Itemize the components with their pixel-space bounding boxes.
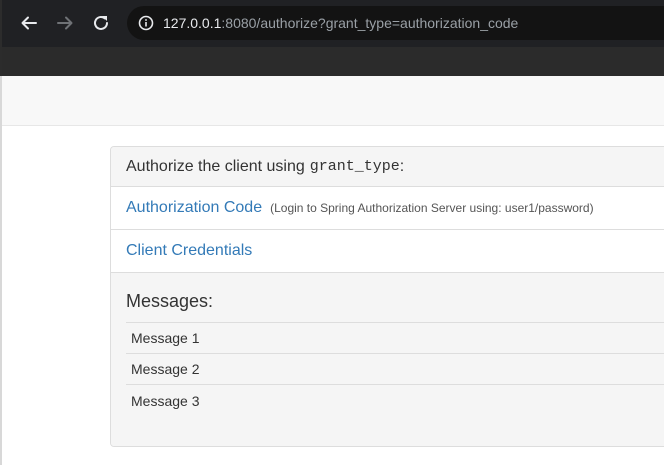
authorize-panel: Authorize the client using grant_type: A…: [110, 146, 664, 447]
messages-section: Messages: Message 1 Message 2 Message 3: [111, 273, 664, 446]
browser-toolbar: 127.0.0.1:8080/authorize?grant_type=auth…: [0, 0, 664, 47]
page-left-edge: [0, 76, 2, 465]
list-item-authorization-code: Authorization Code (Login to Spring Auth…: [111, 187, 664, 230]
url-text[interactable]: 127.0.0.1:8080/authorize?grant_type=auth…: [163, 15, 518, 31]
client-credentials-link[interactable]: Client Credentials: [126, 242, 252, 260]
panel-heading: Authorize the client using grant_type:: [111, 147, 664, 187]
grant-type-code: grant_type: [309, 158, 400, 175]
heading-text: Authorize the client using: [126, 157, 305, 175]
messages-title: Messages:: [126, 291, 214, 311]
forward-arrow-icon: [57, 16, 73, 30]
heading-colon: :: [399, 157, 405, 175]
back-button[interactable]: [16, 10, 42, 36]
list-item: Message 2: [126, 354, 664, 385]
bookmarks-bar: [0, 47, 664, 76]
address-bar[interactable]: 127.0.0.1:8080/authorize?grant_type=auth…: [127, 6, 664, 40]
url-host: 127.0.0.1: [163, 15, 222, 31]
app-navbar: [0, 76, 664, 126]
message-list: Message 1 Message 2 Message 3: [126, 322, 664, 416]
list-item: Message 3: [131, 392, 200, 409]
list-item: Message 1: [126, 323, 664, 354]
url-path: :8080/authorize?grant_type=authorization…: [221, 15, 519, 31]
back-arrow-icon: [21, 16, 37, 30]
authorization-code-note: (Login to Spring Authorization Server us…: [270, 201, 594, 215]
list-item-client-credentials: Client Credentials: [111, 230, 664, 273]
reload-icon: [94, 15, 108, 30]
reload-button[interactable]: [88, 10, 114, 36]
forward-button[interactable]: [52, 10, 78, 36]
authorization-code-link[interactable]: Authorization Code: [126, 199, 262, 217]
info-icon[interactable]: [137, 14, 155, 32]
